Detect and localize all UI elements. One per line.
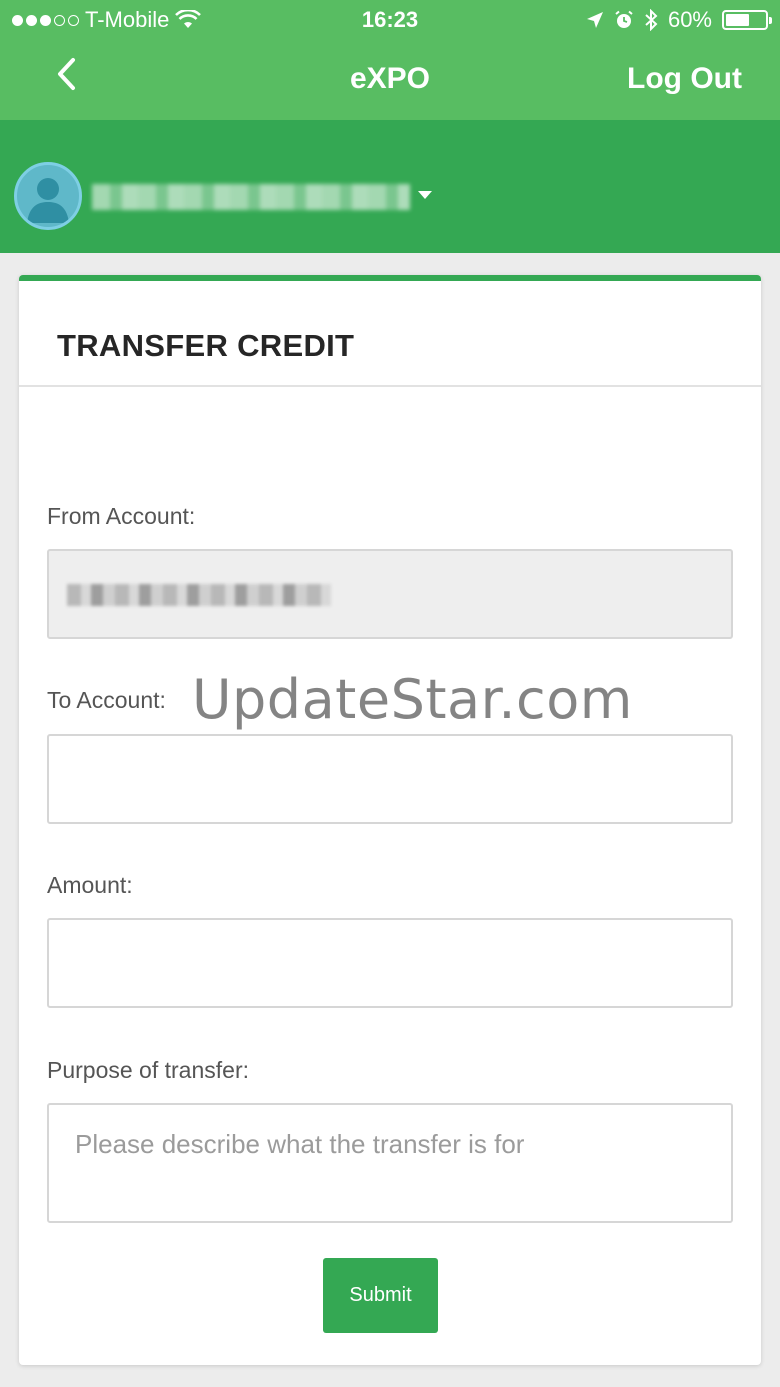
- submit-button[interactable]: Submit: [323, 1258, 438, 1333]
- user-avatar-icon[interactable]: [14, 162, 82, 230]
- to-account-input[interactable]: [47, 734, 733, 824]
- watermark: UpdateStar.com: [192, 668, 633, 731]
- battery-level: [726, 14, 749, 26]
- transfer-credit-card: TRANSFER CREDIT From Account: To Account…: [19, 275, 761, 1365]
- from-account-field: [47, 549, 733, 639]
- caret-down-icon[interactable]: [417, 190, 433, 200]
- purpose-textarea[interactable]: [47, 1103, 733, 1223]
- amount-input[interactable]: [47, 918, 733, 1008]
- purpose-label: Purpose of transfer:: [47, 1057, 249, 1083]
- title-divider: [19, 385, 761, 387]
- alarm-icon: [615, 10, 633, 28]
- battery-icon: [722, 10, 772, 30]
- top-bar: T-Mobile 16:23 60% eXPO Log Out: [0, 0, 780, 120]
- page-title: TRANSFER CREDIT: [57, 328, 355, 363]
- bluetooth-icon: [645, 9, 658, 31]
- from-account-value: [67, 584, 331, 606]
- nav-bar: eXPO Log Out: [0, 40, 780, 120]
- to-account-label: To Account:: [47, 687, 166, 713]
- amount-label: Amount:: [47, 872, 133, 898]
- status-bar: T-Mobile 16:23 60%: [0, 0, 780, 40]
- logout-button[interactable]: Log Out: [627, 62, 742, 96]
- account-header: [0, 120, 780, 253]
- account-name[interactable]: [92, 184, 410, 210]
- status-right: 60%: [586, 7, 772, 33]
- from-account-label: From Account:: [47, 503, 196, 529]
- battery-percent: 60%: [667, 7, 712, 32]
- location-arrow-icon: [586, 12, 603, 28]
